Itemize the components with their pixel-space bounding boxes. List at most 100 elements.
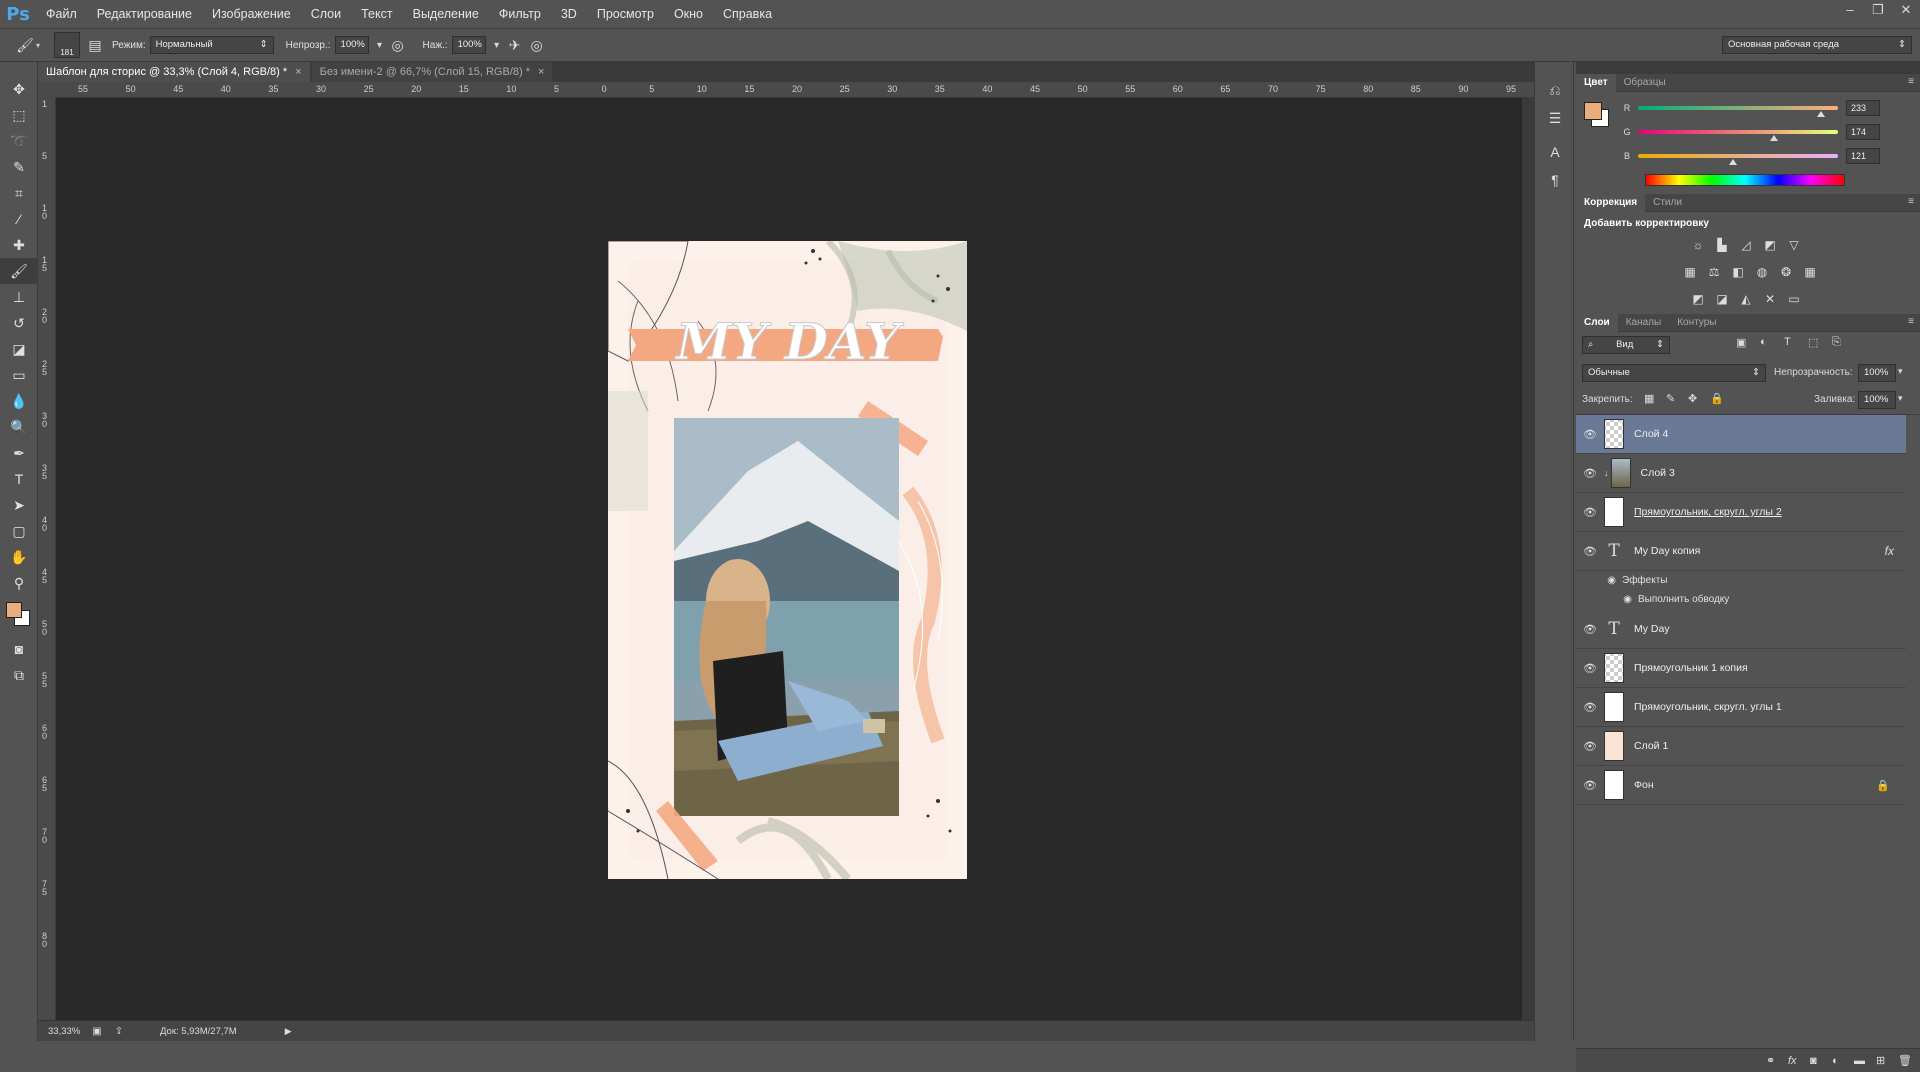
- layer-name[interactable]: Слой 1: [1634, 740, 1668, 752]
- tab-channels[interactable]: Каналы: [1618, 314, 1670, 332]
- photo-filter-icon[interactable]: ◍: [1754, 265, 1770, 279]
- layer-name[interactable]: Прямоугольник, скругл. углы 1: [1634, 701, 1782, 713]
- lock-transparent-icon[interactable]: ▦: [1644, 392, 1666, 405]
- color-spectrum-ramp[interactable]: [1645, 174, 1845, 186]
- brush-tool-icon[interactable]: 🖌: [0, 258, 38, 284]
- properties-panel-icon[interactable]: ☰: [1535, 104, 1575, 132]
- tab-story-template[interactable]: Шаблон для сторис @ 33,3% (Слой 4, RGB/8…: [38, 62, 310, 82]
- layer-name[interactable]: My Day: [1634, 623, 1670, 635]
- layer-name[interactable]: Прямоугольник 1 копия: [1634, 662, 1748, 674]
- layer-row[interactable]: 👁 Слой 4: [1576, 415, 1906, 454]
- posterize-icon[interactable]: ◪: [1714, 292, 1730, 306]
- history-panel-icon[interactable]: ⎌: [1535, 76, 1575, 104]
- panel-menu-icon[interactable]: ≡: [1908, 196, 1914, 207]
- tab-swatches[interactable]: Образцы: [1616, 74, 1674, 92]
- lock-image-icon[interactable]: ✎: [1666, 392, 1688, 405]
- link-layers-icon[interactable]: ⚭: [1766, 1054, 1788, 1067]
- b-slider-thumb[interactable]: [1729, 159, 1737, 165]
- layer-row[interactable]: 👁 T My Day копия fx: [1576, 532, 1906, 571]
- vibrance-icon[interactable]: ▽: [1786, 238, 1802, 252]
- filter-type-icon[interactable]: T: [1784, 336, 1808, 349]
- airbrush-icon[interactable]: ✈: [504, 34, 526, 56]
- canvas-area[interactable]: MY DAY: [56, 98, 1522, 1020]
- layer-row[interactable]: 👁 T My Day: [1576, 610, 1906, 649]
- eyedropper-tool-icon[interactable]: ⁄: [0, 206, 38, 232]
- new-adjustment-layer-icon[interactable]: ◐: [1832, 1055, 1854, 1067]
- visibility-eye-icon[interactable]: 👁: [1576, 701, 1604, 714]
- paragraph-panel-icon[interactable]: ¶: [1535, 166, 1575, 194]
- color-lookup-icon[interactable]: ▦: [1802, 265, 1818, 279]
- b-value[interactable]: 121: [1846, 148, 1880, 164]
- tab-layers[interactable]: Слои: [1576, 313, 1618, 332]
- path-selection-tool-icon[interactable]: ➤: [0, 492, 38, 518]
- add-mask-icon[interactable]: ◙: [1810, 1055, 1832, 1067]
- clone-stamp-tool-icon[interactable]: ⊥: [0, 284, 38, 310]
- layer-row[interactable]: 👁 Фон 🔒: [1576, 766, 1906, 805]
- status-menu-arrow-icon[interactable]: ▶: [285, 1026, 292, 1037]
- hue-saturation-icon[interactable]: ▦: [1682, 265, 1698, 279]
- layer-opacity-dropdown-icon[interactable]: ▾: [1898, 366, 1903, 377]
- crop-tool-icon[interactable]: ⌗: [0, 180, 38, 206]
- visibility-eye-icon[interactable]: 👁: [1576, 779, 1604, 792]
- channel-mixer-icon[interactable]: ❂: [1778, 265, 1794, 279]
- mode-select[interactable]: Нормальный ⇕: [149, 36, 274, 54]
- document-artwork[interactable]: MY DAY: [607, 238, 967, 882]
- levels-icon[interactable]: ▙: [1714, 238, 1730, 252]
- layer-name[interactable]: Слой 4: [1634, 428, 1668, 440]
- workspace-select[interactable]: Основная рабочая среда ⇕: [1722, 36, 1912, 54]
- effects-row[interactable]: ◉ Эффекты: [1576, 571, 1906, 590]
- lock-position-icon[interactable]: ✥: [1688, 392, 1710, 405]
- fill-input[interactable]: 100%: [1858, 391, 1896, 409]
- panel-menu-icon[interactable]: ≡: [1908, 316, 1914, 327]
- close-tab-icon[interactable]: ×: [538, 66, 544, 78]
- flow-input[interactable]: 100%: [451, 36, 486, 54]
- add-layer-style-icon[interactable]: fx: [1788, 1055, 1810, 1067]
- selective-color-icon[interactable]: ✕: [1762, 292, 1778, 306]
- invert-icon[interactable]: ◩: [1690, 292, 1706, 306]
- quick-selection-tool-icon[interactable]: ✎: [0, 154, 38, 180]
- blur-tool-icon[interactable]: 💧: [0, 388, 38, 414]
- visibility-eye-icon[interactable]: 👁: [1576, 623, 1604, 636]
- exposure-icon[interactable]: ◩: [1762, 238, 1778, 252]
- layer-opacity-input[interactable]: 100%: [1858, 364, 1896, 382]
- menu-edit[interactable]: Редактирование: [87, 0, 202, 28]
- layer-name[interactable]: Фон: [1634, 779, 1654, 791]
- filter-smart-object-icon[interactable]: ⎘: [1832, 336, 1856, 349]
- canvas-vertical-scrollbar[interactable]: [1522, 98, 1534, 1020]
- layer-fx-icon[interactable]: fx: [1885, 544, 1894, 558]
- move-tool-icon[interactable]: ✥: [0, 76, 38, 102]
- panel-menu-icon[interactable]: ≡: [1908, 76, 1914, 87]
- zoom-level[interactable]: 33,33%: [48, 1026, 86, 1037]
- filter-adjustment-icon[interactable]: ◐: [1760, 336, 1784, 349]
- effects-eye-icon[interactable]: ◉: [1576, 575, 1616, 586]
- g-slider-thumb[interactable]: [1770, 135, 1779, 141]
- brush-tool-preset-icon[interactable]: 🖌: [14, 34, 36, 56]
- layer-row[interactable]: 👁 ↓ Слой 3: [1576, 454, 1906, 493]
- layer-row[interactable]: 👁 Прямоугольник, скругл. углы 1: [1576, 688, 1906, 727]
- tab-color[interactable]: Цвет: [1576, 73, 1616, 92]
- healing-brush-tool-icon[interactable]: ✚: [0, 232, 38, 258]
- tab-paths[interactable]: Контуры: [1669, 314, 1724, 332]
- visibility-eye-icon[interactable]: 👁: [1576, 428, 1604, 441]
- layer-name[interactable]: My Day копия: [1634, 545, 1700, 557]
- foreground-color-swatch[interactable]: [6, 602, 22, 618]
- shape-tool-icon[interactable]: ▢: [0, 518, 38, 544]
- new-group-icon[interactable]: ▬: [1854, 1055, 1876, 1067]
- tab-untitled-2[interactable]: Без имени-2 @ 66,7% (Слой 15, RGB/8) * ×: [311, 62, 553, 82]
- filter-shape-icon[interactable]: ⬚: [1808, 336, 1832, 349]
- pressure-size-icon[interactable]: ◎: [526, 34, 548, 56]
- marquee-tool-icon[interactable]: ⬚: [0, 102, 38, 128]
- visibility-eye-icon[interactable]: 👁: [1576, 467, 1604, 480]
- visibility-eye-icon[interactable]: 👁: [1576, 662, 1604, 675]
- gradient-tool-icon[interactable]: ▭: [0, 362, 38, 388]
- horizontal-ruler[interactable]: 55 50 45 40 35 30 25 20 15 10 5 0 5 10 15 20 25 30 35 40 45 5…: [56, 82, 1534, 98]
- lock-all-icon[interactable]: 🔒: [1710, 392, 1732, 405]
- minimize-button[interactable]: –: [1836, 0, 1864, 22]
- tab-adjustments[interactable]: Коррекция: [1576, 193, 1646, 212]
- filter-pixel-icon[interactable]: ▣: [1736, 336, 1760, 349]
- preset-dropdown-arrow-icon[interactable]: ▾: [36, 41, 40, 50]
- pressure-opacity-icon[interactable]: ◎: [387, 34, 409, 56]
- new-layer-icon[interactable]: ⊞: [1876, 1054, 1898, 1067]
- layer-name[interactable]: Прямоугольник, скругл. углы 2: [1634, 506, 1782, 518]
- brightness-contrast-icon[interactable]: ☼: [1690, 238, 1706, 252]
